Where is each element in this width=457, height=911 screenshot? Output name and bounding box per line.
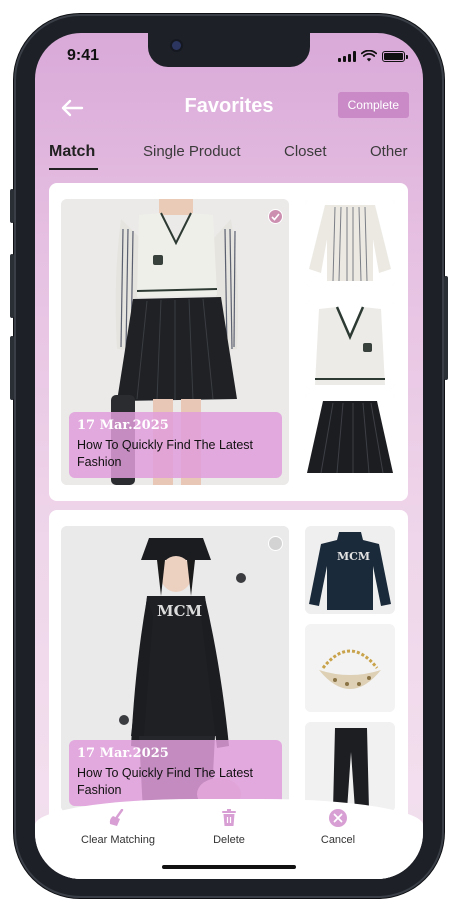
knit-vest-image — [305, 301, 395, 389]
item-thumbnail-skirt[interactable] — [305, 393, 395, 481]
outfit-headline: How To Quickly Find The Latest Fashion — [77, 766, 254, 797]
tab-single-product[interactable]: Single Product — [143, 143, 241, 160]
cancel-label: Cancel — [320, 834, 356, 846]
home-indicator[interactable] — [162, 865, 296, 869]
wifi-icon — [361, 50, 377, 62]
chain-bag-image — [305, 624, 395, 712]
pleated-skirt-image — [305, 393, 395, 481]
bottom-action-bar: Clear Matching Delete Cancel — [35, 799, 423, 879]
black-trousers-image — [305, 722, 395, 812]
delete-button[interactable]: Delete — [174, 809, 284, 846]
clear-matching-label: Clear Matching — [81, 834, 155, 846]
notch — [148, 33, 310, 67]
striped-shirt-image — [305, 199, 395, 287]
svg-text:MCM: MCM — [337, 550, 370, 563]
status-time: 9:41 — [67, 47, 100, 64]
app-screen: 9:41 Favorites Complete Match Single Pro… — [35, 33, 423, 879]
power-button — [444, 276, 448, 380]
volume-down-button — [10, 336, 14, 400]
outfit-date: 17 Mar.2025 — [77, 746, 169, 761]
black-mcm-top-image: MCM — [305, 526, 395, 614]
cancel-button[interactable]: Cancel — [283, 809, 393, 846]
outfit-main-image[interactable]: 17 Mar.2025 How To Quickly Find The Late… — [61, 199, 289, 485]
item-thumbnail-bag[interactable] — [305, 624, 395, 712]
tab-match[interactable]: Match — [49, 143, 95, 161]
silent-switch — [10, 189, 14, 223]
outfit-card[interactable]: 17 Mar.2025 How To Quickly Find The Late… — [49, 183, 408, 501]
outfit-main-image[interactable]: MCM 17 Mar.2025 How To Quickly Find The … — [61, 526, 289, 812]
clear-matching-button[interactable]: Clear Matching — [63, 809, 173, 846]
item-thumbnail-shirt[interactable] — [305, 199, 395, 287]
delete-label: Delete — [213, 834, 245, 846]
outfit-headline: How To Quickly Find The Latest Fashion — [77, 438, 254, 469]
volume-up-button — [10, 254, 14, 318]
outfit-date: 17 Mar.2025 — [77, 418, 169, 433]
cellular-signal-icon — [338, 50, 356, 62]
complete-button[interactable]: Complete — [337, 92, 409, 118]
active-tab-indicator — [49, 168, 98, 170]
item-thumbnail-pants[interactable] — [305, 722, 395, 812]
broom-icon — [109, 809, 124, 826]
item-thumbnail-top[interactable]: MCM — [305, 526, 395, 614]
outfit-caption: 17 Mar.2025 How To Quickly Find The Late… — [69, 740, 282, 806]
tab-closet[interactable]: Closet — [284, 143, 327, 160]
outfit-caption: 17 Mar.2025 How To Quickly Find The Late… — [69, 412, 282, 478]
svg-text:MCM: MCM — [157, 602, 202, 620]
selected-check-icon[interactable] — [268, 209, 283, 224]
category-tabs: Match Single Product Closet Other — [35, 143, 423, 173]
close-circle-icon — [329, 809, 347, 827]
trash-icon — [222, 809, 236, 826]
battery-icon — [382, 50, 408, 62]
tab-other[interactable]: Other — [370, 143, 408, 160]
unselected-check-icon[interactable] — [268, 536, 283, 551]
item-thumbnail-vest[interactable] — [305, 301, 395, 389]
status-icons — [338, 50, 408, 62]
header: Favorites Complete — [35, 89, 423, 129]
front-camera — [172, 41, 181, 50]
